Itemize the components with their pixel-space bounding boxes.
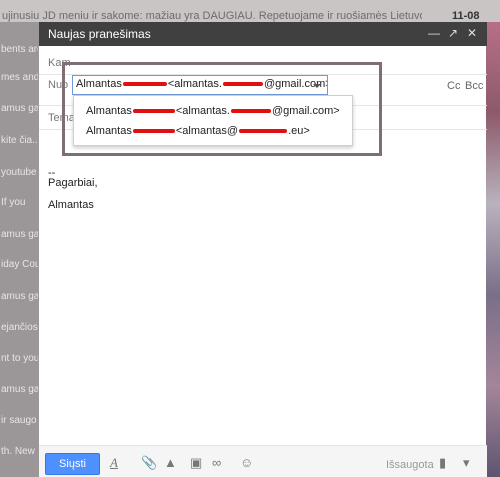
minimize-icon[interactable]: —	[427, 26, 441, 40]
trash-icon[interactable]: ▮	[439, 456, 446, 470]
formatting-icon[interactable]: A	[110, 456, 118, 470]
inbox-row-snippet[interactable]: If you	[0, 197, 40, 208]
paperclip-icon[interactable]: 📎	[141, 456, 157, 470]
from-email-part: <almantas.	[167, 78, 222, 90]
inbox-row-snippet[interactable]: nt to you	[0, 353, 40, 364]
inbox-row-date: 11-08	[452, 10, 480, 22]
chevron-down-icon	[313, 84, 321, 88]
option-email-domain: @gmail.com>	[271, 105, 340, 117]
inbox-row-snippet[interactable]: amus gau	[0, 384, 40, 395]
more-options-icon[interactable]: ▾	[463, 456, 470, 470]
inbox-row-snippet[interactable]: amus gau	[0, 103, 40, 114]
inbox-row-snippet[interactable]: ejančios	[0, 322, 40, 333]
saved-status: Išsaugota	[386, 459, 434, 471]
inbox-row-snippet[interactable]: th. New	[0, 446, 40, 457]
inbox-top-row[interactable]: ujinusiu JD meniu ir sakome: mažiau yra …	[0, 0, 500, 22]
drive-icon[interactable]: ▲	[164, 456, 177, 470]
inbox-row-snippet[interactable]: amus gau	[0, 229, 40, 240]
redaction-mark	[239, 129, 288, 134]
emoji-icon[interactable]: ☺	[240, 456, 253, 470]
signature-name: Almantas	[48, 199, 94, 211]
inbox-row-snippet[interactable]: youtube	[0, 167, 40, 178]
inbox-row-subject: ujinusiu JD meniu ir sakome: mažiau yra …	[2, 10, 422, 22]
inbox-row-snippet[interactable]: amus gau	[0, 291, 40, 302]
inbox-row-snippet[interactable]: mes and	[0, 72, 40, 83]
signature-line: Pagarbiai,	[48, 177, 98, 189]
expand-icon[interactable]: ↗	[446, 26, 460, 40]
inbox-row-snippet[interactable]: iday Cou	[0, 259, 40, 270]
option-email-domain: .eu>	[288, 125, 310, 137]
redaction-mark	[132, 129, 175, 134]
compose-titlebar[interactable]: Naujas pranešimas — ↗ ✕	[39, 22, 487, 46]
from-dropdown-menu: Almantas <almantas. @gmail.com> Almantas <a…	[73, 95, 353, 146]
photo-icon[interactable]: ▣	[190, 456, 202, 470]
redaction-mark	[222, 82, 263, 87]
option-email-part: <almantas@	[175, 125, 239, 137]
from-name: Almantas	[76, 78, 122, 90]
inbox-list: bents are mes and amus gau kite čia... y…	[0, 22, 40, 477]
send-button[interactable]: Siųsti	[45, 453, 100, 475]
redaction-mark	[122, 82, 167, 87]
link-icon[interactable]: ∞	[212, 456, 221, 470]
redaction-mark	[132, 109, 175, 114]
inbox-row-snippet[interactable]: ir saugo	[0, 415, 40, 426]
inbox-row-snippet[interactable]: kite čia...	[0, 135, 40, 146]
option-name: Almantas	[86, 125, 132, 137]
redaction-mark	[230, 109, 271, 114]
inbox-row-snippet[interactable]: bents are	[0, 44, 40, 55]
cc-link[interactable]: Cc	[447, 80, 460, 92]
from-select[interactable]: Almantas <almantas. @gmail.com>	[72, 75, 328, 95]
option-email-part: <almantas.	[175, 105, 230, 117]
from-option[interactable]: Almantas <almantas. @gmail.com>	[86, 105, 340, 117]
background-wallpaper	[486, 22, 500, 477]
compose-toolbar: Siųsti A 📎 ▲ ▣ ∞ ☺ Išsaugota ▮ ▾	[39, 445, 487, 477]
compose-window: Naujas pranešimas — ↗ ✕ Kam Nuo Cc Bcc T…	[38, 22, 487, 477]
from-option[interactable]: Almantas <almantas@ .eu>	[86, 125, 310, 137]
bcc-link[interactable]: Bcc	[465, 80, 483, 92]
option-name: Almantas	[86, 105, 132, 117]
compose-title: Naujas pranešimas	[48, 27, 151, 41]
close-icon[interactable]: ✕	[465, 26, 479, 40]
